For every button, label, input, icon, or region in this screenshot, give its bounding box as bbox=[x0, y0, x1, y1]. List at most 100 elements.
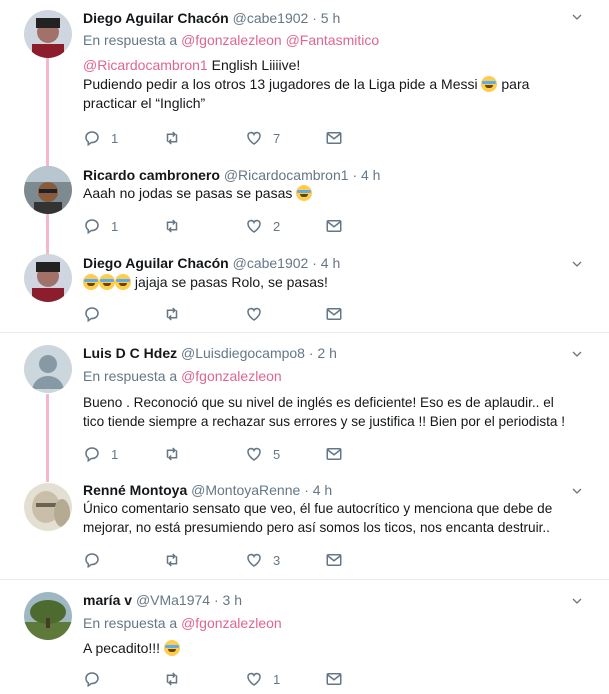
like-button[interactable] bbox=[245, 304, 273, 324]
reply-prefix: En respuesta a bbox=[83, 32, 178, 48]
display-name[interactable]: Renné Montoya bbox=[83, 482, 187, 498]
dm-icon bbox=[325, 305, 343, 323]
tweet-header: Ricardo cambronero @Ricardocambron1 · 4 … bbox=[83, 166, 380, 184]
dm-button[interactable] bbox=[325, 550, 343, 570]
timestamp[interactable]: · 3 h bbox=[214, 592, 242, 608]
retweet-button[interactable] bbox=[163, 216, 191, 236]
retweet-icon bbox=[163, 445, 181, 463]
mention-link[interactable]: @Ricardocambron1 bbox=[83, 57, 208, 73]
handle[interactable]: @cabe1902 bbox=[233, 10, 309, 26]
retweet-icon bbox=[163, 551, 181, 569]
tweet[interactable]: Ricardo cambronero @Ricardocambron1 · 4 … bbox=[0, 160, 609, 244]
like-icon bbox=[245, 551, 263, 569]
dm-button[interactable] bbox=[325, 444, 343, 464]
tweet-text: Aaah no jodas se pasas se pasas bbox=[83, 184, 583, 203]
display-name[interactable]: Ricardo cambronero bbox=[83, 167, 220, 183]
display-name[interactable]: Diego Aguilar Chacón bbox=[83, 255, 229, 271]
retweet-button[interactable] bbox=[163, 444, 191, 464]
like-button[interactable]: 5 bbox=[245, 444, 280, 464]
like-button[interactable]: 1 bbox=[245, 669, 280, 689]
reply-button[interactable] bbox=[83, 669, 111, 689]
like-count: 2 bbox=[273, 218, 281, 234]
reply-icon bbox=[83, 217, 101, 235]
display-name[interactable]: maría v bbox=[83, 592, 132, 608]
reply-button[interactable] bbox=[83, 304, 111, 324]
text-segment: jajaja se pasas Rolo, se pasas! bbox=[131, 274, 328, 290]
text-segment: tico tiende siempre a rechazar sus error… bbox=[83, 414, 566, 429]
avatar[interactable] bbox=[24, 254, 72, 302]
tweet-header: Diego Aguilar Chacón @cabe1902 · 4 h bbox=[83, 254, 340, 272]
retweet-button[interactable] bbox=[163, 128, 191, 148]
avatar[interactable] bbox=[24, 345, 72, 393]
dm-button[interactable] bbox=[325, 216, 343, 236]
handle[interactable]: @MontoyaRenne bbox=[191, 482, 300, 498]
like-button[interactable]: 3 bbox=[245, 550, 280, 570]
tweet-text: Bueno . Reconoció que su nivel de inglés… bbox=[83, 393, 598, 431]
avatar[interactable] bbox=[24, 10, 72, 58]
avatar-image bbox=[24, 483, 72, 531]
tweet-header: maría v @VMa1974 · 3 h bbox=[83, 591, 242, 609]
reply-mention[interactable]: @fgonzalezleon bbox=[181, 368, 282, 384]
reply-icon bbox=[83, 670, 101, 688]
timestamp[interactable]: · 4 h bbox=[312, 255, 340, 271]
avatar-image bbox=[24, 592, 72, 640]
chevron-down-icon[interactable] bbox=[571, 11, 583, 23]
tweet[interactable]: maría v @VMa1974 · 3 h En respuesta a @f… bbox=[0, 580, 609, 694]
retweet-icon bbox=[163, 670, 181, 688]
timestamp[interactable]: · 2 h bbox=[309, 345, 337, 361]
reply-button[interactable]: 1 bbox=[83, 444, 118, 464]
handle[interactable]: @Luisdiegocampo8 bbox=[181, 345, 305, 361]
like-button[interactable]: 7 bbox=[245, 128, 280, 148]
handle[interactable]: @cabe1902 bbox=[233, 255, 309, 271]
rolling-laughing-emoji-icon bbox=[296, 185, 313, 201]
laughing-tears-emoji-icon bbox=[99, 274, 115, 290]
reply-mention[interactable]: @fgonzalezleon bbox=[181, 615, 282, 631]
reply-icon bbox=[83, 129, 101, 147]
reply-icon bbox=[83, 305, 101, 323]
handle[interactable]: @Ricardocambron1 bbox=[224, 167, 349, 183]
retweet-button[interactable] bbox=[163, 669, 191, 689]
avatar-image bbox=[24, 254, 72, 302]
dm-button[interactable] bbox=[325, 669, 343, 689]
dm-button[interactable] bbox=[325, 304, 343, 324]
dm-icon bbox=[325, 129, 343, 147]
retweet-button[interactable] bbox=[163, 550, 191, 570]
tweet[interactable]: Diego Aguilar Chacón @cabe1902 · 5 h En … bbox=[0, 0, 609, 160]
reply-mention[interactable]: @Fantasmitico bbox=[286, 32, 380, 48]
tweet[interactable]: Renné Montoya @MontoyaRenne · 4 h Único … bbox=[0, 473, 609, 578]
retweet-icon bbox=[163, 217, 181, 235]
tweet[interactable]: Luis D C Hdez @Luisdiegocampo8 · 2 h En … bbox=[0, 333, 609, 473]
like-button[interactable]: 2 bbox=[245, 216, 280, 236]
dm-icon bbox=[325, 670, 343, 688]
timestamp[interactable]: · 4 h bbox=[304, 482, 332, 498]
dm-button[interactable] bbox=[325, 128, 343, 148]
avatar[interactable] bbox=[24, 592, 72, 640]
reply-button[interactable]: 1 bbox=[83, 216, 118, 236]
text-segment: para bbox=[497, 76, 530, 92]
reply-icon bbox=[83, 445, 101, 463]
chevron-down-icon[interactable] bbox=[571, 348, 583, 360]
avatar[interactable] bbox=[24, 483, 72, 531]
chevron-down-icon[interactable] bbox=[571, 595, 583, 607]
handle[interactable]: @VMa1974 bbox=[136, 592, 210, 608]
text-segment: English Liiiive! bbox=[207, 57, 301, 73]
retweet-button[interactable] bbox=[163, 304, 191, 324]
like-icon bbox=[245, 670, 263, 688]
tweet-text: jajaja se pasas Rolo, se pasas! bbox=[83, 273, 583, 292]
display-name[interactable]: Luis D C Hdez bbox=[83, 345, 177, 361]
reply-button[interactable]: 1 bbox=[83, 128, 118, 148]
avatar[interactable] bbox=[24, 166, 72, 214]
dm-icon bbox=[325, 445, 343, 463]
tweet-header: Diego Aguilar Chacón @cabe1902 · 5 h bbox=[83, 9, 340, 27]
tweet[interactable]: Diego Aguilar Chacón @cabe1902 · 4 h jaj… bbox=[0, 244, 609, 332]
tweet-text: @Ricardocambron1 English Liiiive! Pudien… bbox=[83, 56, 583, 113]
timestamp[interactable]: · 5 h bbox=[312, 10, 340, 26]
chevron-down-icon[interactable] bbox=[571, 485, 583, 497]
reply-button[interactable] bbox=[83, 550, 111, 570]
display-name[interactable]: Diego Aguilar Chacón bbox=[83, 10, 229, 26]
reply-mention[interactable]: @fgonzalezleon bbox=[181, 32, 282, 48]
timestamp[interactable]: · 4 h bbox=[352, 167, 380, 183]
chevron-down-icon[interactable] bbox=[571, 258, 583, 270]
laughing-tears-emoji-icon bbox=[83, 274, 99, 290]
reply-context: En respuesta a @fgonzalezleon bbox=[83, 615, 282, 631]
